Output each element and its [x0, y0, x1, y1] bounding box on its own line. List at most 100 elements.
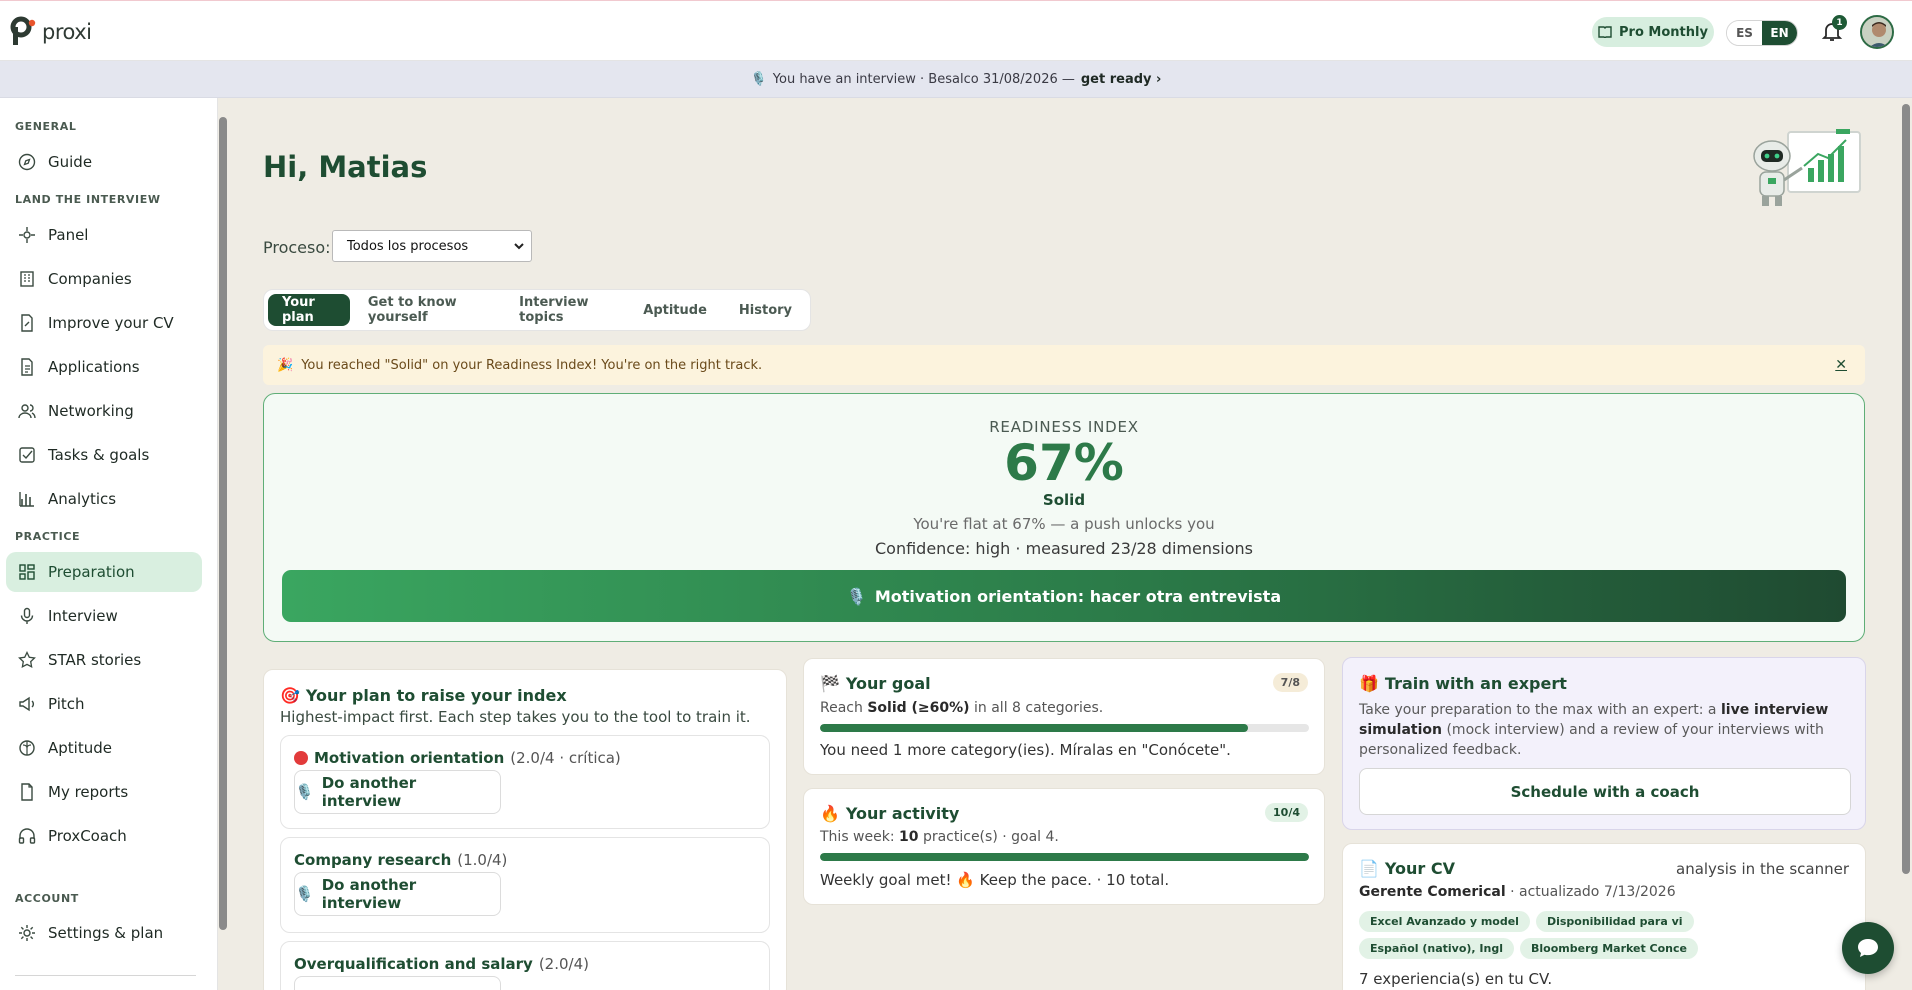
language-toggle[interactable]: ES EN: [1726, 20, 1798, 46]
activity-card: 🔥 Your activity 10/4 This week: 10 pract…: [803, 788, 1325, 905]
tab-bar: Your plan Get to know yourself Interview…: [263, 289, 811, 331]
sidebar-item-settings[interactable]: Settings & plan: [6, 913, 202, 953]
tab-aptitude[interactable]: Aptitude: [629, 294, 721, 326]
plan-badge[interactable]: Pro Monthly: [1592, 17, 1714, 47]
sidebar-item-applications[interactable]: Applications: [6, 347, 202, 387]
process-select[interactable]: Todos los procesos: [332, 230, 532, 262]
compass-icon: [18, 153, 36, 171]
activity-title-text: Your activity: [845, 804, 960, 823]
readiness-subtitle: You're flat at 67% — a push unlocks you: [913, 515, 1215, 533]
do-another-interview-button[interactable]: 🎙️ Do another interview: [294, 872, 501, 916]
activity-note: Weekly goal met! 🔥 Keep the pace. · 10 t…: [820, 871, 1170, 889]
activity-badge: 10/4: [1265, 803, 1308, 822]
expert-title-text: Train with an expert: [1384, 674, 1567, 693]
plan-item-title: Company research (1.0/4): [294, 851, 507, 869]
sidebar-item-preparation[interactable]: Preparation: [6, 552, 202, 592]
app-logo[interactable]: proxi: [10, 16, 92, 48]
checkered-flag-icon: 🏁: [820, 674, 840, 693]
sidebar-item-pitch[interactable]: Pitch: [6, 684, 202, 724]
sidebar-section-account: ACCOUNT: [15, 892, 79, 905]
document-icon: 📄: [1359, 859, 1379, 878]
sidebar-item-label: ProxCoach: [48, 827, 127, 845]
critical-dot-icon: [294, 751, 308, 765]
sidebar-scrollbar[interactable]: [219, 117, 227, 930]
file-text-icon: [21, 358, 33, 376]
sidebar-item-aptitude[interactable]: Aptitude: [6, 728, 202, 768]
goal-note: You need 1 more category(ies). Míralas e…: [820, 741, 1231, 759]
sidebar-item-guide[interactable]: Guide: [6, 142, 202, 182]
plan-item-name: Overqualification and salary: [294, 955, 533, 973]
cv-experience: 7 experiencia(s) en tu CV.: [1359, 970, 1553, 988]
banner-cta-link[interactable]: get ready ›: [1081, 72, 1162, 87]
sidebar-item-improve-cv[interactable]: Improve your CV: [6, 303, 202, 343]
target-icon: 🎯: [280, 686, 300, 705]
sidebar-item-label: Guide: [48, 153, 93, 171]
plan-subtitle: Highest-impact first. Each step takes yo…: [280, 708, 751, 726]
cv-title: 📄 Your CV: [1359, 859, 1455, 878]
sidebar-item-analytics[interactable]: Analytics: [6, 479, 202, 519]
file-icon: [21, 783, 33, 801]
readiness-confidence: Confidence: high · measured 23/28 dimens…: [874, 539, 1253, 558]
sidebar-section-general: GENERAL: [15, 120, 77, 133]
plan-item-action: Do another interview: [321, 876, 417, 912]
activity-text-bold: 10: [899, 829, 919, 845]
interview-banner[interactable]: 🎙️ You have an interview · Besalco 31/08…: [0, 61, 1912, 98]
readiness-card: READINESS INDEX 67% Solid You're flat at…: [263, 393, 1865, 642]
sidebar-item-my-reports[interactable]: My reports: [6, 772, 202, 812]
schedule-coach-button[interactable]: Schedule with a coach: [1359, 768, 1851, 815]
sidebar-item-panel[interactable]: Panel: [6, 215, 202, 255]
book-icon: [1598, 26, 1612, 38]
users-icon: [18, 404, 36, 419]
chat-bubble-icon: [1858, 939, 1878, 957]
expert-card: 🎁 Train with an expert Take your prepara…: [1342, 657, 1866, 830]
cv-updated: · actualizado 7/13/2026: [1510, 884, 1676, 900]
activity-progress-fill: [820, 853, 1309, 861]
chat-button[interactable]: [1842, 922, 1894, 974]
plan-item-action-button[interactable]: [294, 976, 501, 990]
plan-title-text: Your plan to raise your index: [305, 686, 567, 705]
cv-card: 📄 Your CV analysis in the scanner Gerent…: [1342, 843, 1866, 990]
microphone-icon: 🎙️: [295, 783, 314, 801]
close-icon[interactable]: ✕: [1835, 357, 1847, 373]
goal-title: 🏁 Your goal: [820, 674, 931, 693]
sidebar-item-tasks[interactable]: Tasks & goals: [6, 435, 202, 475]
tab-history[interactable]: History: [725, 294, 806, 326]
do-another-interview-button[interactable]: 🎙️ Do another interview: [294, 770, 501, 814]
sidebar-item-star-stories[interactable]: STAR stories: [6, 640, 202, 680]
sidebar-item-label: Aptitude: [48, 739, 112, 757]
lang-es-button[interactable]: ES: [1727, 21, 1762, 45]
sidebar-item-interview[interactable]: Interview: [6, 596, 202, 636]
tab-get-to-know-yourself[interactable]: Get to know yourself: [354, 294, 501, 326]
fire-icon: 🔥: [820, 804, 840, 823]
cv-title-text: Your CV: [1384, 859, 1456, 878]
plan-item-meta: (2.0/4 · crítica): [510, 749, 621, 767]
scanner-analysis-link[interactable]: analysis in the scanner: [1676, 860, 1849, 878]
banner-text: You have an interview · Besalco 31/08/20…: [772, 71, 1075, 87]
cv-role-line: Gerente Comerical · actualizado 7/13/202…: [1359, 884, 1676, 900]
sidebar-item-label: Panel: [48, 226, 89, 244]
goal-progress-bar: [820, 724, 1309, 732]
expert-text: Take your preparation to the max with an…: [1359, 700, 1851, 760]
readiness-cta-button[interactable]: 🎙️ Motivation orientation: hacer otra en…: [282, 570, 1846, 622]
sidebar-item-companies[interactable]: Companies: [6, 259, 202, 299]
lang-en-button[interactable]: EN: [1762, 21, 1797, 45]
chevron-down-icon: [514, 243, 524, 250]
tab-your-plan[interactable]: Your plan: [268, 294, 350, 326]
sidebar-item-label: Tasks & goals: [48, 446, 150, 464]
sidebar-item-label: STAR stories: [48, 651, 142, 669]
sidebar-item-networking[interactable]: Networking: [6, 391, 202, 431]
main-scrollbar[interactable]: [1902, 104, 1910, 874]
readiness-percent: 67%: [1004, 434, 1124, 492]
gear-icon: [19, 925, 35, 941]
plan-item-name: Company research: [294, 851, 452, 869]
grid-icon: [19, 564, 35, 580]
microphone-icon: 🎙️: [846, 586, 867, 606]
tab-interview-topics[interactable]: Interview topics: [505, 294, 625, 326]
sidebar-item-proxcoach[interactable]: ProxCoach: [6, 816, 202, 856]
readiness-cta-label: Motivation orientation: hacer otra entre…: [874, 586, 1282, 606]
readiness-level: Solid: [1042, 491, 1086, 509]
user-avatar[interactable]: [1860, 15, 1894, 49]
cv-skill-chip: Bloomberg Market Conce: [1520, 938, 1698, 959]
activity-text-post: practice(s) · goal 4.: [922, 829, 1059, 845]
process-label: Proceso:: [263, 238, 331, 257]
